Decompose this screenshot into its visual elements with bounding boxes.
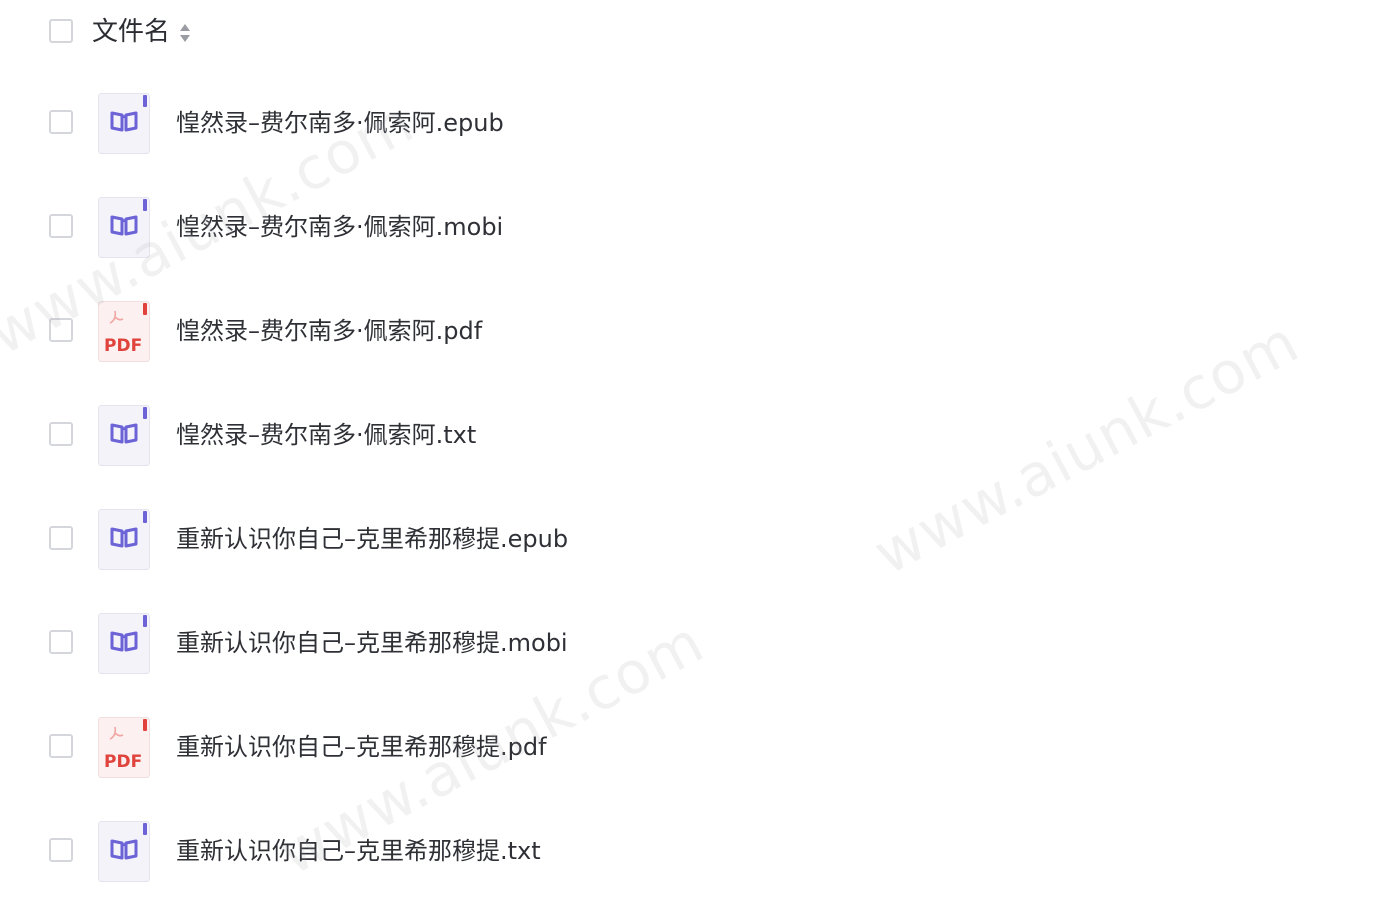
pdf-icon: PDF [98, 717, 150, 778]
file-row[interactable]: 重新认识你自己–克里希那穆提.mobi [0, 584, 1384, 688]
file-row[interactable]: PDF 惶然录–费尔南多·佩索阿.pdf [0, 272, 1384, 376]
select-all-checkbox[interactable] [49, 19, 73, 43]
row-checkbox[interactable] [49, 734, 73, 758]
book-icon [98, 509, 150, 570]
file-name-link[interactable]: 重新认识你自己–克里希那穆提.mobi [176, 626, 568, 660]
file-row[interactable]: 惶然录–费尔南多·佩索阿.txt [0, 376, 1384, 480]
file-row[interactable]: 惶然录–费尔南多·佩索阿.epub [0, 64, 1384, 168]
file-name-link[interactable]: 惶然录–费尔南多·佩索阿.epub [176, 106, 504, 140]
row-checkbox[interactable] [49, 526, 73, 550]
file-name-link[interactable]: 惶然录–费尔南多·佩索阿.txt [176, 418, 476, 452]
file-row[interactable]: 重新认识你自己–克里希那穆提.epub [0, 480, 1384, 584]
pdf-icon-label: PDF [104, 336, 142, 356]
row-checkbox[interactable] [49, 630, 73, 654]
book-icon [98, 821, 150, 882]
row-checkbox[interactable] [49, 214, 73, 238]
sort-updown-icon[interactable] [178, 22, 192, 44]
row-checkbox[interactable] [49, 110, 73, 134]
file-list-header: 文件名 [0, 0, 1384, 64]
column-header-filename[interactable]: 文件名 [92, 14, 170, 50]
file-name-link[interactable]: 重新认识你自己–克里希那穆提.txt [176, 834, 541, 868]
book-icon [98, 197, 150, 258]
row-checkbox[interactable] [49, 838, 73, 862]
row-checkbox[interactable] [49, 318, 73, 342]
file-list-page: 文件名 惶然录–费尔南多·佩索阿.epub 惶然录–费尔南多·佩索阿.mobi [0, 0, 1384, 910]
book-icon [98, 405, 150, 466]
row-checkbox[interactable] [49, 422, 73, 446]
book-icon [98, 93, 150, 154]
file-row[interactable]: 惶然录–费尔南多·佩索阿.mobi [0, 168, 1384, 272]
file-row[interactable]: PDF 重新认识你自己–克里希那穆提.pdf [0, 688, 1384, 792]
pdf-icon-label: PDF [104, 752, 142, 772]
book-icon [98, 613, 150, 674]
pdf-icon: PDF [98, 301, 150, 362]
file-name-link[interactable]: 重新认识你自己–克里希那穆提.pdf [176, 730, 547, 764]
file-name-link[interactable]: 重新认识你自己–克里希那穆提.epub [176, 522, 568, 556]
file-name-link[interactable]: 惶然录–费尔南多·佩索阿.mobi [176, 210, 503, 244]
file-name-link[interactable]: 惶然录–费尔南多·佩索阿.pdf [176, 314, 482, 348]
file-row[interactable]: 重新认识你自己–克里希那穆提.txt [0, 792, 1384, 896]
